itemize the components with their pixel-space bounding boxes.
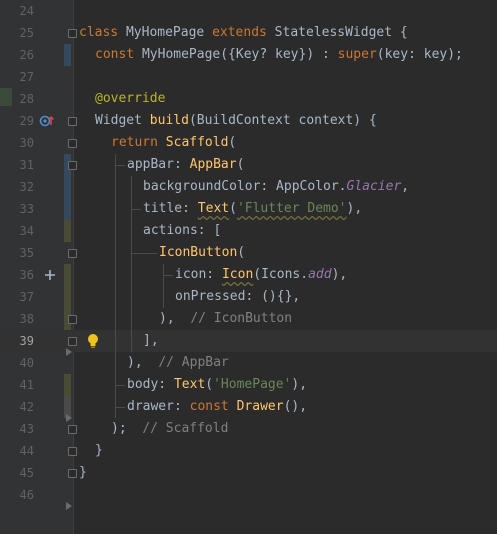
triangle-marker-icon: [66, 502, 72, 510]
fold-marker[interactable]: [68, 447, 77, 456]
line-number: 25: [19, 26, 34, 40]
code-line[interactable]: 37 onPressed: (){},: [0, 286, 497, 308]
indent-guide: [131, 253, 157, 254]
code-text: ), // AppBar: [127, 355, 229, 370]
line-number: 27: [19, 70, 34, 84]
line-number: 24: [19, 4, 34, 18]
code-text: @override: [95, 91, 166, 106]
line-number: 43: [19, 422, 34, 436]
line-number: 33: [19, 202, 34, 216]
line-number: 41: [19, 378, 34, 392]
code-text: title: Text('Flutter Demo'),: [143, 201, 363, 216]
code-text: drawer: const Drawer(),: [127, 399, 308, 414]
line-number: 28: [19, 92, 34, 106]
code-text: onPressed: (){},: [175, 289, 301, 304]
code-line[interactable]: 46: [0, 484, 497, 506]
fold-marker[interactable]: [68, 337, 77, 346]
triangle-marker-icon: [66, 348, 72, 356]
intention-bulb-icon[interactable]: [86, 333, 100, 349]
fold-marker[interactable]: [68, 161, 77, 170]
code-line[interactable]: 42 drawer: const Drawer(),: [0, 396, 497, 418]
line-number: 40: [19, 356, 34, 370]
line-number: 35: [19, 246, 34, 260]
fold-marker[interactable]: [68, 425, 77, 434]
code-text: backgroundColor: AppColor.Glacier,: [143, 179, 410, 194]
fold-marker[interactable]: [68, 139, 77, 148]
code-text: return Scaffold(: [111, 135, 237, 150]
code-text: ), // IconButton: [159, 311, 293, 326]
code-line[interactable]: 33 title: Text('Flutter Demo'),: [0, 198, 497, 220]
code-line[interactable]: 32 backgroundColor: AppColor.Glacier,: [0, 176, 497, 198]
code-text: appBar: AppBar(: [127, 157, 245, 172]
fold-marker[interactable]: [68, 29, 77, 38]
code-line[interactable]: 34 actions: [: [0, 220, 497, 242]
code-text: const MyHomePage({Key? key}) : super(key…: [95, 47, 463, 62]
fold-marker[interactable]: [68, 315, 77, 324]
fold-marker[interactable]: [68, 117, 77, 126]
code-line[interactable]: 36 icon: Icon(Icons.add),: [0, 264, 497, 286]
indent-guide: [131, 209, 141, 210]
indent-guide: [115, 407, 125, 408]
line-number: 32: [19, 180, 34, 194]
line-number: 45: [19, 466, 34, 480]
line-number: 38: [19, 312, 34, 326]
fold-marker[interactable]: [68, 249, 77, 258]
add-icon-preview[interactable]: [44, 269, 56, 281]
line-number: 44: [19, 444, 34, 458]
line-number: 36: [19, 268, 34, 282]
fold-marker[interactable]: [68, 469, 77, 478]
line-number: 31: [19, 158, 34, 172]
code-text: ],: [143, 333, 159, 348]
indent-guide: [115, 385, 125, 386]
line-number: 29: [19, 114, 34, 128]
code-text: IconButton(: [159, 245, 246, 260]
indent-guide: [115, 154, 116, 418]
line-number: 46: [19, 488, 34, 502]
indent-guide: [163, 264, 164, 308]
code-text: ); // Scaffold: [111, 421, 229, 436]
override-marker-icon[interactable]: [39, 114, 55, 128]
line-number: 39: [19, 334, 34, 348]
code-text: }: [79, 465, 87, 480]
code-text: icon: Icon(Icons.add),: [175, 267, 348, 282]
code-editor[interactable]: 24 25 class MyHomePage extends Stateless…: [0, 0, 497, 534]
code-text: actions: [: [143, 223, 222, 238]
line-number: 30: [19, 136, 34, 150]
code-text: Widget build(BuildContext context) {: [95, 113, 377, 128]
code-line[interactable]: 41 body: Text('HomePage'),: [0, 374, 497, 396]
indent-guide: [115, 165, 125, 166]
code-line[interactable]: 40 ), // AppBar: [0, 352, 497, 374]
code-line[interactable]: 27: [0, 66, 497, 88]
code-text: }: [95, 443, 103, 458]
line-number: 42: [19, 400, 34, 414]
line-number: 37: [19, 290, 34, 304]
indent-guide: [131, 176, 132, 352]
line-number: 34: [19, 224, 34, 238]
code-text: class MyHomePage extends StatelessWidget…: [79, 25, 408, 40]
code-line[interactable]: 24: [0, 0, 497, 22]
code-line[interactable]: 26 const MyHomePage({Key? key}) : super(…: [0, 44, 497, 66]
code-line[interactable]: 28 @override: [0, 88, 497, 110]
line-number: 26: [19, 48, 34, 62]
code-text: body: Text('HomePage'),: [127, 377, 308, 392]
triangle-marker-icon: [66, 414, 72, 422]
indent-guide: [163, 275, 173, 276]
